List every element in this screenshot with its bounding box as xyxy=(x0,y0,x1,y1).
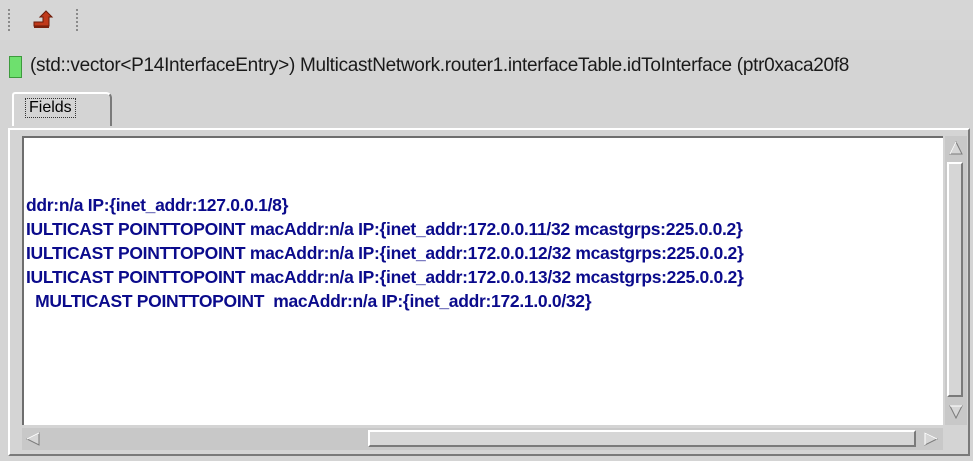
toolbar-grip-left[interactable] xyxy=(8,9,10,31)
vertical-scroll-thumb[interactable] xyxy=(947,162,963,397)
tab-fields-label: Fields xyxy=(25,98,76,118)
toolbar-grip-right[interactable] xyxy=(76,9,78,31)
parent-object-arrow-icon xyxy=(33,10,54,28)
text-line: IULTICAST POINTTOPOINT macAddr:n/a IP:{i… xyxy=(26,219,743,239)
scroll-down-icon[interactable] xyxy=(948,404,964,420)
toolbar xyxy=(0,0,973,40)
text-line: MULTICAST POINTTOPOINT macAddr:n/a IP:{i… xyxy=(26,291,592,311)
text-line: IULTICAST POINTTOPOINT macAddr:n/a IP:{i… xyxy=(26,267,744,287)
text-line: ddr:n/a IP:{inet_addr:127.0.0.1/8} xyxy=(26,195,289,215)
scroll-right-icon[interactable] xyxy=(923,431,939,447)
horizontal-scrollbar[interactable] xyxy=(22,428,943,450)
object-info-bar: (std::vector<P14InterfaceEntry>) Multica… xyxy=(0,52,973,82)
status-indicator xyxy=(9,56,22,78)
vertical-scrollbar[interactable] xyxy=(945,136,967,425)
text-line: IULTICAST POINTTOPOINT macAddr:n/a IP:{i… xyxy=(26,243,744,263)
tab-fields[interactable]: Fields xyxy=(12,92,112,126)
parent-object-button[interactable] xyxy=(30,8,56,32)
object-description: (std::vector<P14InterfaceEntry>) Multica… xyxy=(30,55,850,76)
scroll-left-icon[interactable] xyxy=(25,431,41,447)
scroll-up-icon[interactable] xyxy=(948,140,964,156)
fields-text-area[interactable]: ddr:n/a IP:{inet_addr:127.0.0.1/8} IULTI… xyxy=(22,136,943,425)
horizontal-scroll-thumb[interactable] xyxy=(368,430,916,447)
